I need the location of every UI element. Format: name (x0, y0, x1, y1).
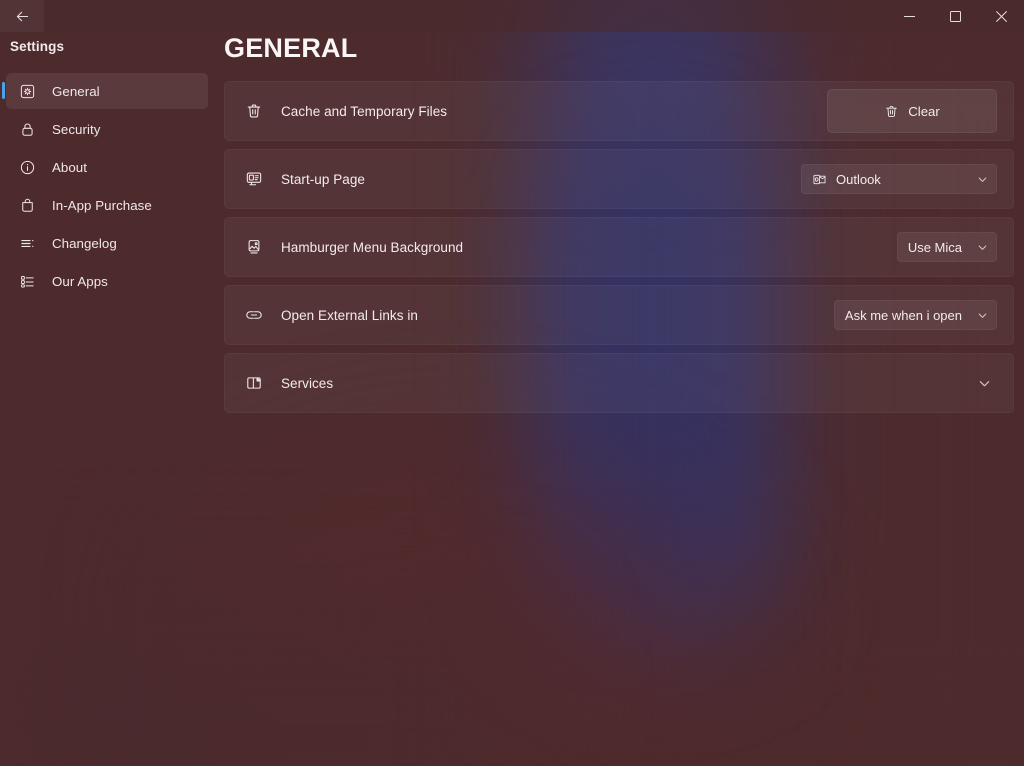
info-circle-icon (18, 158, 36, 176)
clear-button[interactable]: Clear (827, 89, 997, 133)
sidebar-item-in-app-purchase[interactable]: In-App Purchase (6, 187, 208, 223)
open-external-links-dropdown[interactable]: Ask me when i open (833, 300, 997, 330)
hamburger-menu-background-value: Use Mica (907, 239, 962, 255)
chevron-down-icon (978, 377, 991, 390)
maximize-button[interactable] (932, 0, 978, 32)
sidebar-item-label: In-App Purchase (52, 197, 152, 213)
setting-row-hamburger-menu-background: Hamburger Menu Background Use Mica (224, 217, 1014, 277)
setting-row-services[interactable]: Services (224, 353, 1014, 413)
setting-row-label: Cache and Temporary Files (281, 103, 448, 119)
main-content: GENERAL Cache and Temporary Files Clear … (214, 32, 1024, 766)
setting-row-cache-and-temporary-files: Cache and Temporary Files Clear (224, 81, 1014, 141)
image-icon (245, 238, 263, 256)
app-list-icon (18, 272, 36, 290)
setting-row-left: Hamburger Menu Background (245, 238, 897, 256)
page-title: GENERAL (224, 33, 358, 63)
lock-icon (18, 120, 36, 138)
setting-row-left: Open External Links in (245, 306, 834, 324)
setting-row-right: Use Mica (896, 232, 997, 262)
chevron-down-icon (977, 174, 988, 185)
setting-row-label: Open External Links in (281, 307, 418, 323)
sidebar-item-security[interactable]: Security (6, 111, 208, 147)
general-settings-icon (18, 82, 36, 100)
setting-row-left: Services (245, 374, 971, 392)
setting-row-right: Outlook (801, 164, 997, 194)
title-bar (0, 0, 1024, 32)
sidebar-title: Settings (10, 39, 65, 54)
clear-button-label: Clear (908, 103, 940, 119)
link-icon (245, 306, 263, 324)
start-up-page-dropdown[interactable]: Outlook (801, 164, 997, 194)
setting-row-label: Services (281, 375, 334, 391)
open-external-links-value: Ask me when i open (844, 307, 962, 323)
monitor-icon (245, 170, 263, 188)
hamburger-menu-background-dropdown[interactable]: Use Mica (896, 232, 997, 262)
setting-row-left: Cache and Temporary Files (245, 102, 827, 120)
outlook-icon (812, 172, 827, 187)
setting-row-start-up-page: Start-up Page Outlook (224, 149, 1014, 209)
panel-icon (245, 374, 263, 392)
start-up-page-value: Outlook (836, 171, 881, 187)
sidebar-item-label: General (52, 83, 100, 99)
sidebar: Settings General Security About In-App P… (0, 32, 214, 766)
setting-row-open-external-links-in: Open External Links in Ask me when i ope… (224, 285, 1014, 345)
shopping-bag-icon (18, 196, 36, 214)
list-icon (18, 234, 36, 252)
services-expander-toggle[interactable] (971, 370, 997, 396)
minimize-button[interactable] (886, 0, 932, 32)
back-button[interactable] (0, 0, 44, 32)
sidebar-item-general[interactable]: General (2, 73, 208, 109)
settings-window: Settings General Security About In-App P… (0, 0, 1024, 766)
caption-buttons (886, 0, 1024, 32)
trash-icon (884, 104, 899, 119)
close-button[interactable] (978, 0, 1024, 32)
chevron-down-icon (977, 242, 988, 253)
setting-row-right: Clear (827, 89, 997, 133)
sidebar-item-our-apps[interactable]: Our Apps (6, 263, 208, 299)
setting-row-label: Start-up Page (281, 171, 365, 187)
setting-row-left: Start-up Page (245, 170, 801, 188)
arrow-left-icon (14, 8, 31, 25)
chevron-down-icon (977, 310, 988, 321)
sidebar-item-label: Changelog (52, 235, 117, 251)
settings-card-list: Cache and Temporary Files Clear Start-up… (214, 81, 1024, 413)
setting-row-label: Hamburger Menu Background (281, 239, 464, 255)
sidebar-item-label: About (52, 159, 87, 175)
sidebar-item-changelog[interactable]: Changelog (6, 225, 208, 261)
sidebar-item-label: Our Apps (52, 273, 108, 289)
sidebar-item-about[interactable]: About (6, 149, 208, 185)
setting-row-right: Ask me when i open (833, 300, 997, 330)
sidebar-item-label: Security (52, 121, 101, 137)
trash-icon (245, 102, 263, 120)
sidebar-nav: General Security About In-App Purchase C… (0, 73, 214, 299)
setting-row-right (971, 370, 997, 396)
